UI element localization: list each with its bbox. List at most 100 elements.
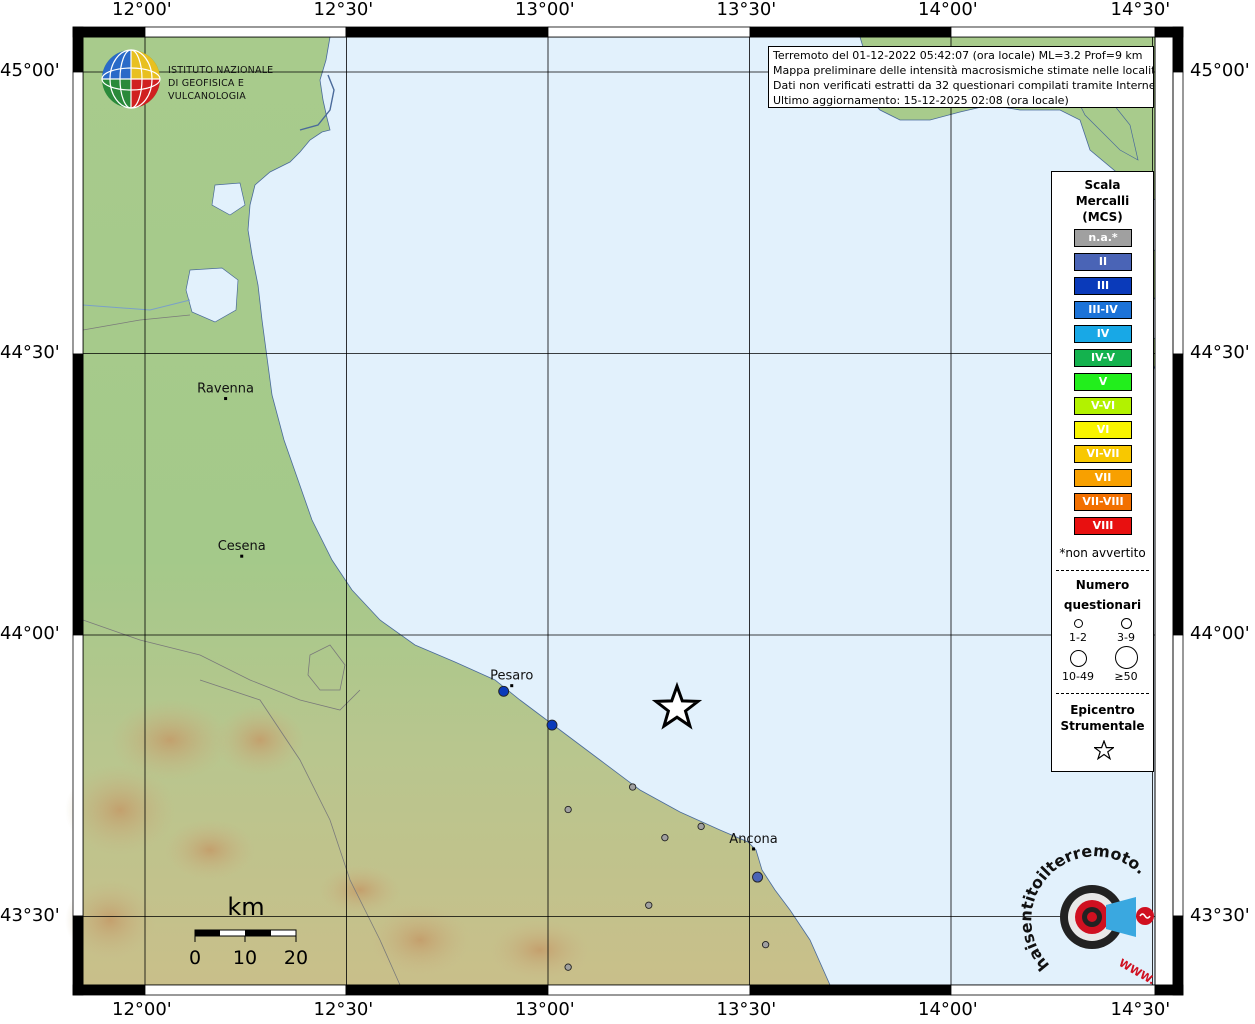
frame-band <box>547 26 751 38</box>
scale-tick-0: 0 <box>189 947 201 969</box>
frame-band <box>1172 26 1184 73</box>
intensity-swatch: V <box>1074 373 1132 391</box>
observation-point <box>645 901 653 909</box>
count-label-3-9: 3-9 <box>1117 631 1135 644</box>
legend-footnote: *non avvertito <box>1059 546 1146 560</box>
city-marker <box>224 397 228 401</box>
frame-band <box>72 26 84 73</box>
count-label-50: ≥50 <box>1114 670 1138 683</box>
lat-label-left: 44°30' <box>0 341 60 363</box>
data-source-line: Dati non verificati estratti da 32 quest… <box>773 79 1154 92</box>
last-update-line: Ultimo aggiornamento: 15-12-2025 02:08 (… <box>773 94 1069 107</box>
event-info-box: Terremoto del 01-12-2022 05:42:07 (ora l… <box>768 46 1154 108</box>
legend-title-line1: Scala <box>1084 178 1121 192</box>
observation-point <box>661 834 669 842</box>
city-marker <box>752 847 756 851</box>
lon-label-top: 12°00' <box>112 0 172 20</box>
city-label: Ancona <box>729 832 777 847</box>
frame-band <box>1172 353 1184 636</box>
observation-point <box>546 719 558 731</box>
count-circle-large <box>1070 650 1087 667</box>
frame-band <box>72 71 84 355</box>
observation-point <box>628 783 637 791</box>
city-label: Cesena <box>218 539 266 554</box>
frame-band <box>72 353 84 636</box>
intensity-swatch: IV-V <box>1074 349 1132 367</box>
count-circle-medium <box>1121 618 1132 629</box>
frame-band <box>72 984 146 996</box>
count-title-line2: questionari <box>1063 598 1142 612</box>
lon-label-bottom: 13°00' <box>515 999 575 1020</box>
intensity-swatch: II <box>1074 253 1132 271</box>
observation-point <box>498 685 510 697</box>
legend-panel: Scala Mercalli (MCS) n.a.* II III III-IV IV I… <box>1051 171 1154 772</box>
intensity-swatch: VII <box>1074 469 1132 487</box>
scale-tick-10: 10 <box>233 947 257 969</box>
intensity-swatch: VIII <box>1074 517 1132 535</box>
ingv-name: ISTITUTO NAZIONALE DI GEOFISICA E VULCAN… <box>168 64 310 103</box>
lat-label-right: 43°30' <box>1190 904 1250 926</box>
lat-label-left: 44°00' <box>0 623 60 644</box>
ingv-globe-icon <box>101 49 161 109</box>
ingv-line1: ISTITUTO NAZIONALE <box>168 65 274 76</box>
legend-title-line2: Mercalli <box>1075 194 1130 208</box>
intensity-swatch: n.a.* <box>1074 229 1132 247</box>
scale-unit: km <box>227 893 264 921</box>
lon-label-top: 14°30' <box>1110 0 1171 20</box>
count-circle-xlarge <box>1115 646 1138 669</box>
count-circle-small <box>1074 619 1083 628</box>
frame-band <box>1172 71 1184 355</box>
lat-label-left: 43°30' <box>0 904 60 926</box>
observation-point <box>564 963 572 971</box>
city-marker <box>510 684 514 688</box>
legend-separator-2 <box>1056 693 1149 694</box>
frame-band <box>1172 634 1184 917</box>
lat-label-left: 45°00' <box>0 60 60 81</box>
count-title: Numero questionari <box>1052 575 1153 615</box>
event-line: Terremoto del 01-12-2022 05:42:07 (ora l… <box>773 49 1143 62</box>
epicenter-title-line2: Strumentale <box>1060 719 1145 733</box>
frame-band <box>345 26 549 38</box>
city-label: Ravenna <box>197 382 254 397</box>
frame-band <box>72 915 84 996</box>
legend-separator <box>1056 570 1149 571</box>
frame-band <box>72 634 84 917</box>
frame-band <box>749 26 952 38</box>
frame-band <box>547 984 751 996</box>
lon-label-bottom: 14°30' <box>1110 999 1171 1020</box>
observation-point <box>564 805 572 814</box>
lat-label-right: 44°30' <box>1190 341 1250 363</box>
frame-band <box>950 26 1156 38</box>
intensity-swatch: VII-VIII <box>1074 493 1132 511</box>
map-description-line: Mappa preliminare delle intensità macros… <box>773 64 1154 77</box>
intensity-swatch: VI-VII <box>1074 445 1132 463</box>
frame-band <box>950 984 1156 996</box>
frame-band <box>1154 36 1174 986</box>
lon-label-bottom: 14°00' <box>918 999 978 1020</box>
lon-label-bottom: 12°00' <box>112 999 172 1020</box>
intensity-swatch: III <box>1074 277 1132 295</box>
epicenter-title-line1: Epicentro <box>1070 703 1135 717</box>
count-title-line1: Numero <box>1075 578 1130 592</box>
intensity-swatch: V-VI <box>1074 397 1132 415</box>
epicenter-legend-title: Epicentro Strumentale <box>1052 702 1153 734</box>
observation-point <box>761 941 770 949</box>
lon-label-bottom: 12°30' <box>313 999 374 1020</box>
ingv-logo: ISTITUTO NAZIONALE DI GEOFISICA E VULCAN… <box>100 48 310 110</box>
star-icon <box>1094 740 1114 760</box>
intensity-swatch: VI <box>1074 421 1132 439</box>
frame-band <box>144 26 347 38</box>
frame-band <box>749 984 952 996</box>
lon-label-bottom: 13°30' <box>716 999 777 1020</box>
frame-band <box>72 26 146 38</box>
lat-label-right: 44°00' <box>1190 623 1250 644</box>
frame-band <box>144 984 347 996</box>
lon-label-top: 12°30' <box>313 0 374 20</box>
frame-band <box>1172 915 1184 996</box>
lat-label-right: 45°00' <box>1190 60 1250 81</box>
scale-tick-20: 20 <box>284 947 308 969</box>
lon-label-top: 14°00' <box>918 0 978 20</box>
city-label: Pesaro <box>490 669 533 684</box>
intensity-swatch: III-IV <box>1074 301 1132 319</box>
observation-point <box>697 822 705 831</box>
